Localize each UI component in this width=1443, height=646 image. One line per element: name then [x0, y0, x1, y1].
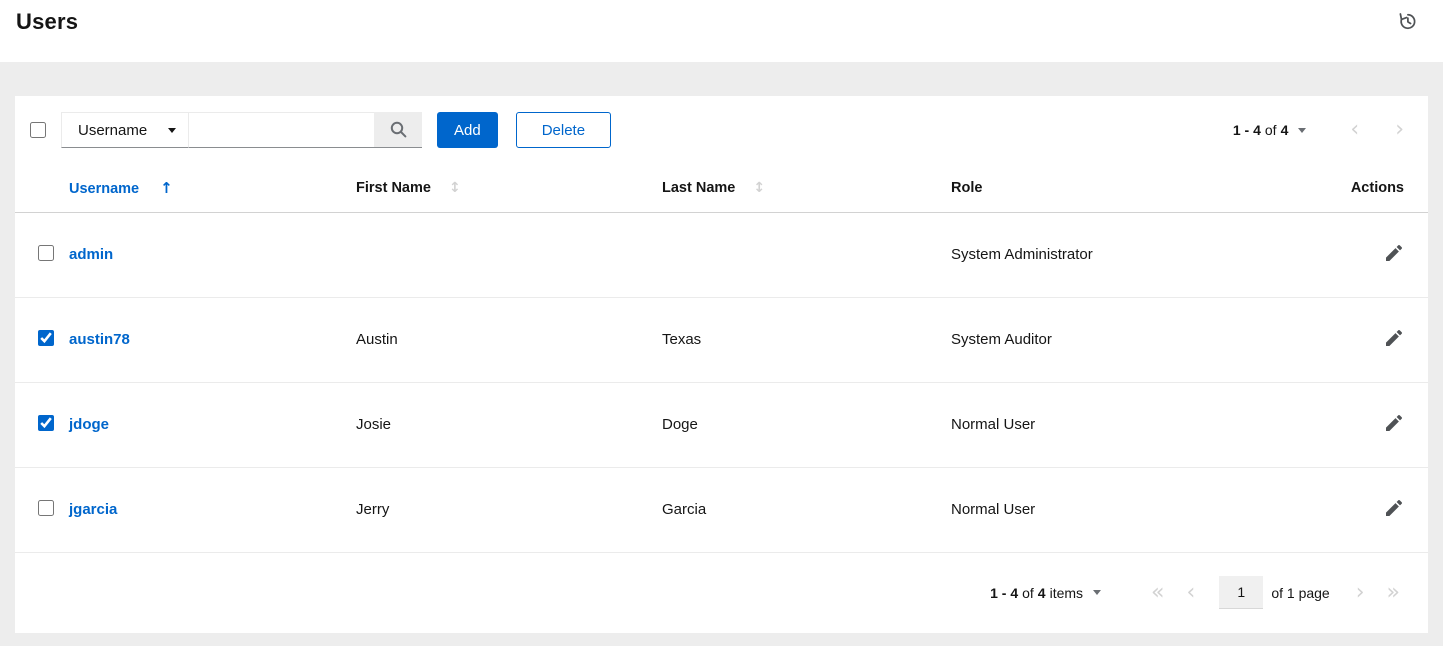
sort-icon[interactable]: ↕	[753, 180, 765, 196]
username-link[interactable]: admin	[69, 246, 113, 263]
header-checkbox-spacer	[15, 164, 69, 212]
row-checkbox[interactable]	[38, 330, 54, 346]
add-button[interactable]: Add	[437, 112, 498, 148]
pagination-items-label: items	[1050, 585, 1083, 601]
username-link[interactable]: austin78	[69, 331, 130, 348]
users-table: Username ↑ First Name ↕ Last Name ↕ Ro	[15, 164, 1428, 553]
search-key-select-value: Username	[78, 122, 147, 139]
history-icon-glyph	[1398, 12, 1417, 31]
first-name-cell: Austin	[356, 297, 662, 382]
last-page-button[interactable]: »	[1387, 582, 1400, 604]
pencil-edit-icon	[1386, 245, 1402, 261]
column-header-last-name[interactable]: Last Name ↕	[662, 164, 951, 212]
column-header-role: Role	[951, 164, 1298, 212]
edit-user-button[interactable]	[1384, 413, 1404, 436]
toolbar: Username Add Delete 1 - 4	[15, 96, 1428, 164]
history-icon[interactable]	[1398, 12, 1417, 34]
page-count-label: of 1 page	[1271, 585, 1329, 601]
table-header-row: Username ↑ First Name ↕ Last Name ↕ Ro	[15, 164, 1428, 212]
pagination-range: 1 - 4	[990, 585, 1018, 601]
row-checkbox[interactable]	[38, 500, 54, 516]
pagination-summary-bottom[interactable]: 1 - 4 of 4 items	[990, 585, 1101, 601]
edit-user-button[interactable]	[1384, 243, 1404, 266]
pagination-top: 1 - 4 of 4 ‹ ›	[1233, 119, 1404, 141]
search-input[interactable]	[189, 112, 374, 148]
search-button[interactable]	[374, 112, 422, 148]
page-content: Username Add Delete 1 - 4	[0, 62, 1443, 633]
current-page-input[interactable]	[1219, 576, 1263, 609]
username-link[interactable]: jgarcia	[69, 501, 117, 518]
column-header-first-name[interactable]: First Name ↕	[356, 164, 662, 212]
top-bar: Users	[0, 0, 1443, 62]
role-cell: Normal User	[951, 467, 1298, 552]
next-page-button[interactable]: ›	[1356, 582, 1365, 604]
caret-down-icon	[1093, 590, 1101, 595]
edit-user-button[interactable]	[1384, 498, 1404, 521]
pencil-edit-icon	[1386, 415, 1402, 431]
pagination-summary-top[interactable]: 1 - 4 of 4	[1233, 122, 1307, 138]
users-page: Users Username	[0, 0, 1443, 646]
search-icon	[390, 121, 407, 138]
table-row: austin78 Austin Texas System Auditor	[15, 297, 1428, 382]
pencil-edit-icon	[1386, 330, 1402, 346]
role-cell: System Auditor	[951, 297, 1298, 382]
username-link[interactable]: jdoge	[69, 416, 109, 433]
last-name-cell: Garcia	[662, 467, 951, 552]
column-header-label: Username	[69, 181, 139, 197]
pagination-of-label: of	[1022, 585, 1034, 601]
pagination-total: 4	[1038, 585, 1046, 601]
caret-down-icon	[168, 128, 176, 133]
edit-user-button[interactable]	[1384, 328, 1404, 351]
table-row: jdoge Josie Doge Normal User	[15, 382, 1428, 467]
users-card: Username Add Delete 1 - 4	[15, 96, 1428, 633]
delete-button[interactable]: Delete	[516, 112, 611, 148]
first-name-cell: Jerry	[356, 467, 662, 552]
column-header-username[interactable]: Username ↑	[69, 164, 356, 212]
search-filter-group: Username	[61, 112, 422, 148]
pagination-total: 4	[1281, 122, 1289, 138]
next-page-button-top[interactable]: ›	[1395, 119, 1404, 141]
row-checkbox[interactable]	[38, 415, 54, 431]
sort-ascending-icon[interactable]: ↑	[160, 179, 173, 197]
column-header-label: Last Name	[662, 180, 735, 196]
page-title: Users	[16, 9, 78, 35]
search-key-select[interactable]: Username	[61, 112, 189, 148]
first-page-button[interactable]: «	[1151, 582, 1164, 604]
column-header-actions: Actions	[1298, 164, 1428, 212]
sort-icon[interactable]: ↕	[449, 180, 461, 196]
prev-page-button-top[interactable]: ‹	[1350, 119, 1359, 141]
last-name-cell: Doge	[662, 382, 951, 467]
column-header-label: Role	[951, 180, 982, 196]
caret-down-icon	[1298, 128, 1306, 133]
role-cell: System Administrator	[951, 212, 1298, 297]
last-name-cell: Texas	[662, 297, 951, 382]
table-row: admin System Administrator	[15, 212, 1428, 297]
prev-page-button[interactable]: ‹	[1187, 582, 1196, 604]
role-cell: Normal User	[951, 382, 1298, 467]
first-name-cell	[356, 212, 662, 297]
row-checkbox[interactable]	[38, 245, 54, 261]
pagination-bottom: 1 - 4 of 4 items « ‹ of 1 page › »	[15, 553, 1428, 634]
first-name-cell: Josie	[356, 382, 662, 467]
select-all-checkbox[interactable]	[30, 122, 46, 138]
column-header-label: First Name	[356, 180, 431, 196]
column-header-label: Actions	[1351, 180, 1404, 196]
pagination-of-label: of	[1265, 122, 1277, 138]
pagination-range: 1 - 4	[1233, 122, 1261, 138]
table-row: jgarcia Jerry Garcia Normal User	[15, 467, 1428, 552]
pencil-edit-icon	[1386, 500, 1402, 516]
last-name-cell	[662, 212, 951, 297]
